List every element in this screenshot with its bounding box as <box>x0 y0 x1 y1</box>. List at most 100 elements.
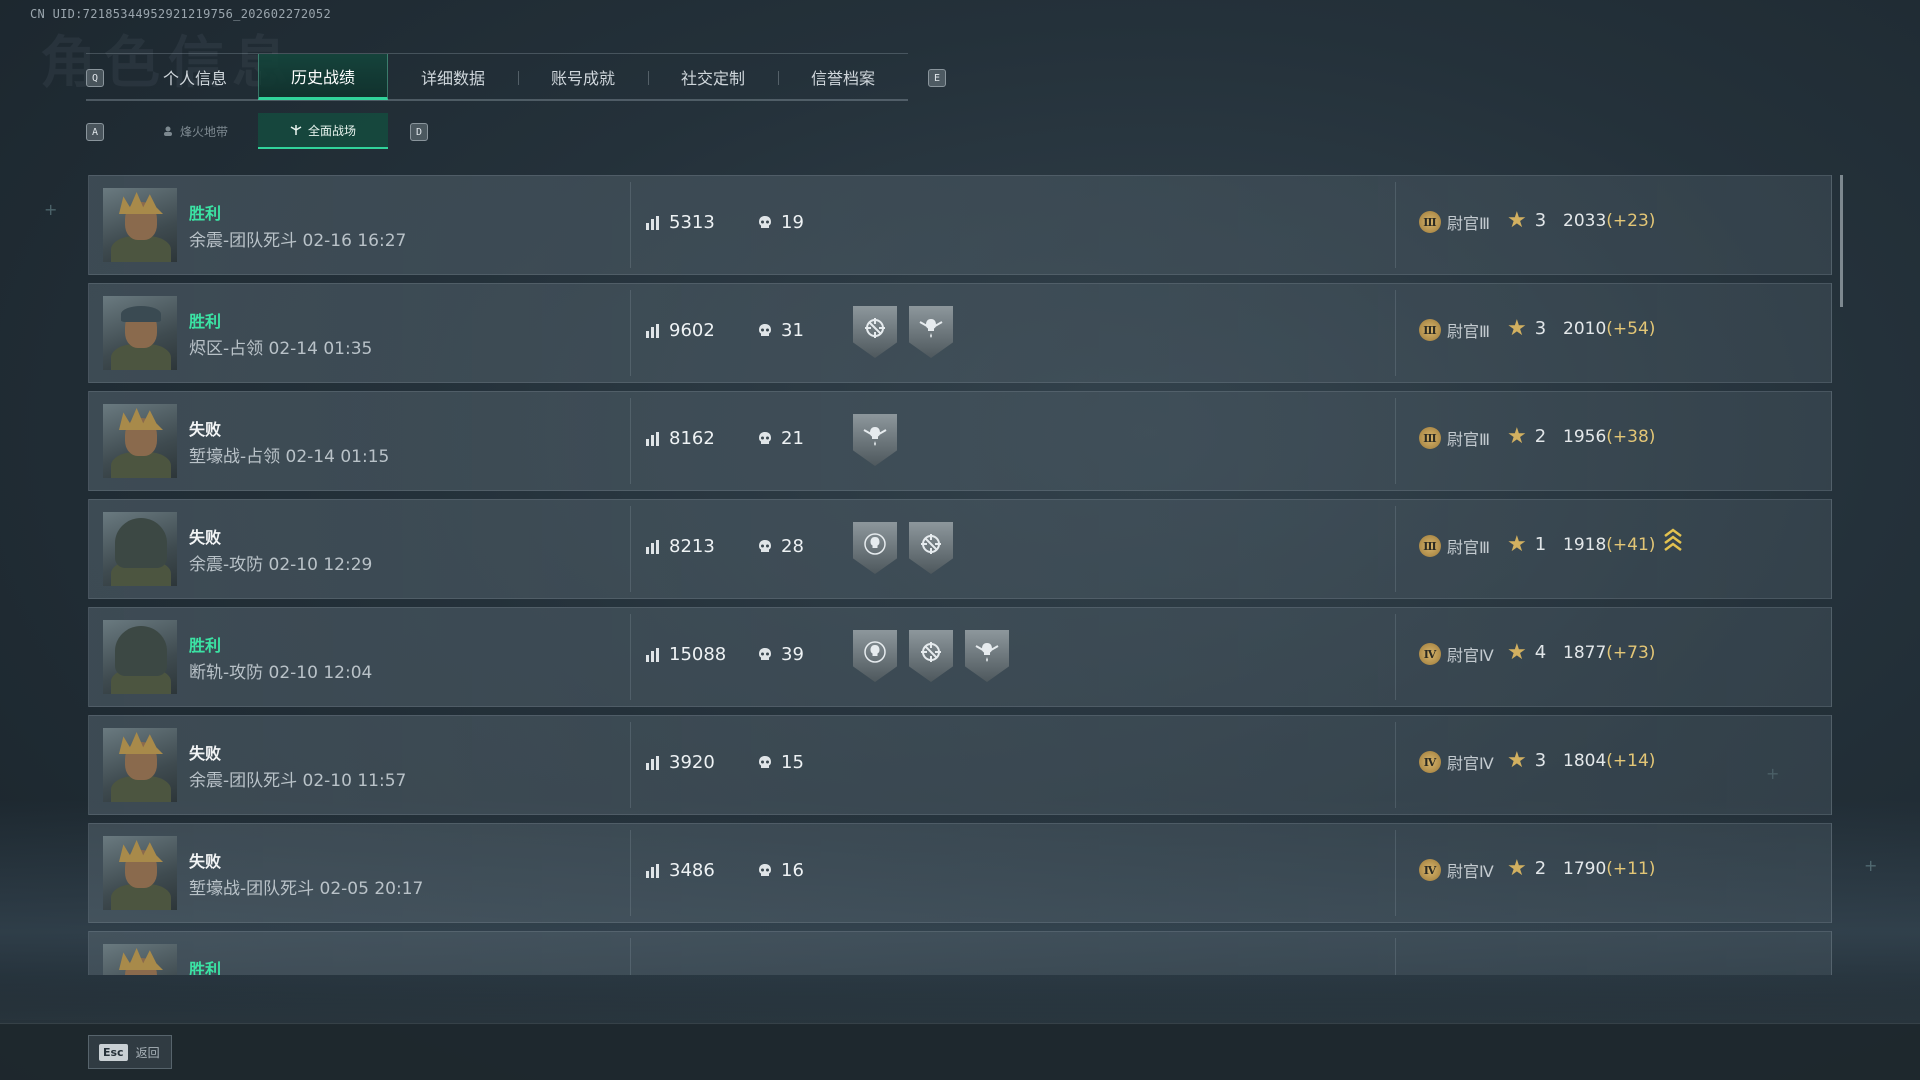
match-row[interactable]: 胜利 余震-团队死斗 02-16 16:27 5313 19 Ⅲ 尉官Ⅲ ★ 3… <box>88 175 1832 275</box>
skull-wings-medal-icon[interactable] <box>909 306 953 358</box>
esc-key-hint: Esc <box>99 1043 128 1061</box>
rank-points: 1918(+41) <box>1563 535 1655 555</box>
tab-match-history[interactable]: 历史战绩 <box>258 54 388 100</box>
rank-points: 1804(+14) <box>1563 751 1655 771</box>
rank-display: Ⅲ 尉官Ⅲ <box>1419 534 1490 558</box>
match-row[interactable]: 失败 余震-攻防 02-10 12:29 8213 28 Ⅲ 尉官Ⅲ ★ 1 1… <box>88 499 1832 599</box>
score-bars-icon <box>646 863 659 878</box>
operator-portrait <box>103 404 177 478</box>
match-row[interactable]: 胜利 烬区-占领 02-14 01:35 9602 31 Ⅲ 尉官Ⅲ ★ 3 2… <box>88 283 1832 383</box>
row-divider <box>1395 182 1396 268</box>
stars-value: 2 <box>1534 426 1547 447</box>
skull-target-medal-icon[interactable] <box>853 630 897 682</box>
main-tab-bar: Q 个人信息 历史战绩 详细数据 账号成就 社交定制 信誉档案 E <box>86 53 946 101</box>
points-value: 1918 <box>1563 535 1607 555</box>
row-divider <box>1395 398 1396 484</box>
skull-icon <box>759 539 771 552</box>
rank-points: 1956(+38) <box>1563 427 1655 447</box>
skull-icon <box>759 431 771 444</box>
crosshair-decoration-icon: + <box>1864 856 1878 875</box>
match-row[interactable]: 胜利 ★ <box>88 931 1832 975</box>
subtab-operations[interactable]: 烽火地带 <box>130 113 260 149</box>
row-divider <box>630 722 631 808</box>
list-bottom-fade <box>0 975 1920 1025</box>
match-row[interactable]: 胜利 断轨-攻防 02-10 12:04 15088 39 Ⅳ 尉官Ⅳ ★ 4 … <box>88 607 1832 707</box>
rank-stars: ★ 3 <box>1507 748 1546 773</box>
points-value: 2010 <box>1563 319 1607 339</box>
score-bars-icon <box>646 215 659 230</box>
score-bars-icon <box>646 539 659 554</box>
operator-icon <box>163 126 172 136</box>
kills-value: 21 <box>781 428 804 449</box>
match-kills: 28 <box>757 536 804 557</box>
match-mode-time: 余震-团队死斗 02-16 16:27 <box>189 231 407 251</box>
points-value: 1790 <box>1563 859 1607 879</box>
match-mode-time: 烬区-占领 02-14 01:35 <box>189 339 373 359</box>
tab-detailed-data[interactable]: 详细数据 <box>388 54 518 100</box>
row-divider <box>630 614 631 700</box>
subtab-next-key-hint[interactable]: D <box>410 123 428 141</box>
match-result: 胜利 <box>189 312 222 331</box>
kills-value: 31 <box>781 320 804 341</box>
match-row[interactable]: 失败 余震-团队死斗 02-10 11:57 3920 15 Ⅳ 尉官Ⅳ ★ 3… <box>88 715 1832 815</box>
subtab-battlefield[interactable]: 全面战场 <box>258 113 388 149</box>
rank-points: 2010(+54) <box>1563 319 1655 339</box>
medal-list <box>853 414 897 466</box>
medal-list <box>853 522 953 574</box>
points-delta: (+54) <box>1606 319 1656 339</box>
portrait-headgear <box>119 948 163 970</box>
score-value: 3486 <box>669 860 715 881</box>
star-icon: ★ <box>1507 424 1527 449</box>
tab-personal-info[interactable]: 个人信息 <box>130 54 260 100</box>
skull-target-medal-icon[interactable] <box>853 522 897 574</box>
tab-next-key-hint[interactable]: E <box>928 69 946 87</box>
medal-list <box>853 630 1009 682</box>
portrait-headgear <box>115 626 167 676</box>
score-value: 8162 <box>669 428 715 449</box>
kills-value: 39 <box>781 644 804 665</box>
rank-label: 尉官Ⅲ <box>1447 214 1491 233</box>
match-result: 失败 <box>189 528 222 547</box>
rank-label: 尉官Ⅲ <box>1447 430 1491 449</box>
back-button[interactable]: Esc 返回 <box>88 1035 172 1069</box>
operator-portrait <box>103 296 177 370</box>
rank-stars: ★ 1 <box>1507 532 1546 557</box>
medal-list <box>853 306 953 358</box>
portrait-headgear <box>115 518 167 568</box>
match-score: 3920 <box>645 752 715 773</box>
rank-stars: ★ 2 <box>1507 424 1546 449</box>
kills-value: 16 <box>781 860 804 881</box>
subtab-label: 全面战场 <box>307 123 356 138</box>
match-row[interactable]: 失败 堑壕战-团队死斗 02-05 20:17 3486 16 Ⅳ 尉官Ⅳ ★ … <box>88 823 1832 923</box>
rank-label: 尉官Ⅲ <box>1447 538 1491 557</box>
tab-reputation[interactable]: 信誉档案 <box>778 54 908 100</box>
mode-subtab-bar: A 烽火地带 全面战场 D <box>86 113 436 149</box>
points-delta: (+23) <box>1606 211 1656 231</box>
tab-social-custom[interactable]: 社交定制 <box>648 54 778 100</box>
stars-value: 1 <box>1534 534 1547 555</box>
crosshair-medal-icon[interactable] <box>909 522 953 574</box>
match-result: 胜利 <box>189 636 222 655</box>
tab-prev-key-hint[interactable]: Q <box>86 69 104 87</box>
match-mode-time: 余震-团队死斗 02-10 11:57 <box>189 771 407 791</box>
points-value: 1804 <box>1563 751 1607 771</box>
points-delta: (+41) <box>1606 535 1656 555</box>
uid-text: CN UID:72185344952921219756_202602272052 <box>30 7 331 21</box>
match-result: 失败 <box>189 744 222 763</box>
score-value: 3920 <box>669 752 715 773</box>
crosshair-medal-icon[interactable] <box>853 306 897 358</box>
list-scrollbar[interactable] <box>1840 175 1843 307</box>
portrait-headgear <box>119 408 163 430</box>
skull-wings-medal-icon[interactable] <box>853 414 897 466</box>
match-history-list: 胜利 余震-团队死斗 02-16 16:27 5313 19 Ⅲ 尉官Ⅲ ★ 3… <box>88 175 1832 975</box>
battlefield-icon <box>290 125 302 135</box>
points-delta: (+11) <box>1606 859 1656 879</box>
skull-wings-medal-icon[interactable] <box>965 630 1009 682</box>
match-row[interactable]: 失败 堑壕战-占领 02-14 01:15 8162 21 Ⅲ 尉官Ⅲ ★ 2 … <box>88 391 1832 491</box>
subtab-prev-key-hint[interactable]: A <box>86 123 104 141</box>
tab-achievements[interactable]: 账号成就 <box>518 54 648 100</box>
points-value: 1877 <box>1563 643 1607 663</box>
crosshair-medal-icon[interactable] <box>909 630 953 682</box>
portrait-headgear <box>119 192 163 214</box>
row-divider <box>630 398 631 484</box>
